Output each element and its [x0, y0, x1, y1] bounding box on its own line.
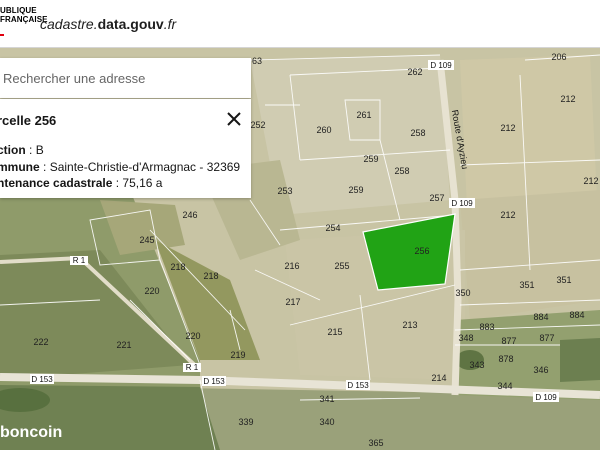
parcel-label: 218	[170, 262, 185, 272]
parcel-title: rcelle 256	[0, 113, 57, 128]
parcel-label: 221	[116, 340, 131, 350]
parcel-label: 351	[519, 280, 534, 290]
road-label-d109-top: D 109	[430, 61, 452, 70]
parcel-label: 343	[469, 360, 484, 370]
parcel-label: 218	[203, 271, 218, 281]
site-header: UBLIQUE FRANÇAISE cadastre.data.gouv.fr	[0, 0, 600, 48]
parcel-label: 255	[334, 261, 349, 271]
parcel-label: 212	[500, 123, 515, 133]
parcel-label: 351	[556, 275, 571, 285]
parcel-label: 884	[533, 312, 548, 322]
road-label-d153-mid: D 153	[203, 377, 225, 386]
parcel-label: 257	[429, 193, 444, 203]
parcel-label: 215	[327, 327, 342, 337]
parcel-label: 220	[144, 286, 159, 296]
parcel-label: 254	[325, 223, 340, 233]
parcel-label: 259	[363, 154, 378, 164]
parcel-label: 212	[583, 176, 598, 186]
parcel-label: 339	[238, 417, 253, 427]
parcel-label: 212	[560, 94, 575, 104]
contenance-row: ntenance cadastrale : 75,16 a	[0, 176, 162, 190]
commune-row: mmune : Sainte-Christie-d'Armagnac - 323…	[0, 160, 240, 174]
section-row: ction : B	[0, 143, 44, 157]
parcel-label: 253	[277, 186, 292, 196]
parcel-label: 884	[569, 310, 584, 320]
parcel-label: 877	[539, 333, 554, 343]
parcel-label: 877	[501, 336, 516, 346]
road-label-d153-right: D 153	[347, 381, 369, 390]
close-icon[interactable]	[225, 110, 243, 128]
section-value: B	[35, 143, 44, 157]
road-label-d153-left: D 153	[31, 375, 53, 384]
republique-mark	[0, 34, 4, 36]
logo-line-1: UBLIQUE	[0, 6, 37, 15]
parcel-label: 214	[431, 373, 446, 383]
parcel-label: 344	[497, 381, 512, 391]
parcel-label: 246	[182, 210, 197, 220]
leboncoin-watermark: boncoin	[0, 424, 63, 441]
parcel-label: 260	[316, 125, 331, 135]
contenance-label: ntenance cadastrale	[0, 176, 113, 190]
road-label-r1-left: R 1	[73, 256, 86, 265]
parcel-label: 259	[348, 185, 363, 195]
parcel-label: 350	[455, 288, 470, 298]
parcel-label: 252	[250, 120, 265, 130]
parcel-info-panel: rcelle 256 ction : B mmune : Sainte-Chri…	[0, 99, 251, 198]
parcel-label: 216	[284, 261, 299, 271]
parcel-label: 878	[498, 354, 513, 364]
road-label-d109-mid: D 109	[451, 199, 473, 208]
parcel-label: 346	[533, 365, 548, 375]
parcel-label: 258	[410, 128, 425, 138]
parcel-label: 341	[319, 394, 334, 404]
parcel-label: 219	[230, 350, 245, 360]
parcel-label: 63	[252, 56, 262, 66]
site-name-link[interactable]: cadastre.data.gouv.fr	[40, 16, 176, 32]
parcel-label: 883	[479, 322, 494, 332]
site-name-suffix: .fr	[163, 16, 177, 32]
parcel-label: 206	[551, 52, 566, 62]
parcel-label: 213	[402, 320, 417, 330]
parcel-label: 217	[285, 297, 300, 307]
parcel-label: 261	[356, 110, 371, 120]
address-search-box	[0, 58, 251, 98]
parcel-label: 365	[368, 438, 383, 448]
contenance-value: 75,16 a	[122, 176, 163, 190]
road-label-d109-right: D 109	[535, 393, 557, 402]
site-name-bold: data.gouv	[97, 16, 164, 32]
address-search-input[interactable]	[0, 58, 243, 98]
parcel-label: 262	[407, 67, 422, 77]
parcel-label: 220	[185, 331, 200, 341]
road-label-r1-mid: R 1	[186, 363, 199, 372]
parcel-label: 258	[394, 166, 409, 176]
commune-label: mmune	[0, 160, 40, 174]
parcel-label: 348	[458, 333, 473, 343]
parcel-label: 212	[500, 210, 515, 220]
parcel-label: 245	[139, 235, 154, 245]
site-name-prefix: cadastre.	[40, 16, 98, 32]
commune-value: Sainte-Christie-d'Armagnac - 32369	[49, 160, 241, 174]
section-label: ction	[0, 143, 26, 157]
parcel-label: 222	[33, 337, 48, 347]
parcel-label: 340	[319, 417, 334, 427]
parcel-label: 256	[414, 246, 429, 256]
